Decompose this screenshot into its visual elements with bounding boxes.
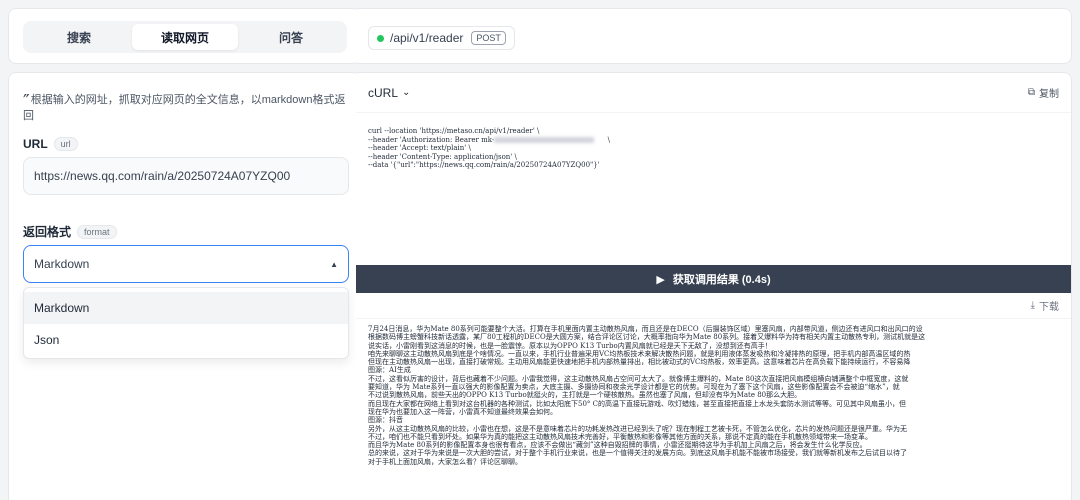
result-line: 说实话，小雷刚看到这消息的时候，也是一脸震惊。原本以为OPPO K13 Turb… <box>368 341 772 350</box>
result-line: 不过，这看似厉害的设计，背后也藏着不少问题。小雷我觉得，这主动散热风扇占空间可太… <box>368 374 909 383</box>
result-line: 但现在主动散热风扇一出现，直接打破常规。主动用风扇能更快速地把手机内部热量排出，… <box>368 358 911 367</box>
code-line: --header 'Content-Type: application/json… <box>368 152 517 161</box>
curl-header: cURL ⌄ ⧉ 复制 <box>356 73 1071 113</box>
format-option-markdown[interactable]: Markdown <box>24 292 348 324</box>
tab-search[interactable]: 搜索 <box>26 24 132 50</box>
result-line: 7月24日消息，华为Mate 80系列可能要整个大活。打算在手机里面内置主动散热… <box>368 325 923 333</box>
format-select-value: Markdown <box>34 257 90 271</box>
format-dropdown-menu: Markdown Json <box>23 287 349 359</box>
copy-icon: ⧉ <box>1027 87 1035 98</box>
url-label: URL url <box>23 137 78 151</box>
endpoint-description: ″根据输入的网址，抓取对应网页的全文信息，以markdown格式返回 <box>23 91 346 123</box>
result-line: 总的来说，这对于华为来说是一次大胆的尝试，对于整个手机行业来说，也是一个值得关注… <box>368 449 907 458</box>
code-line: --data '{"url":"https://news.qq.com/rain… <box>368 161 600 169</box>
result-line: 根据数码博主螃蟹科技新话透露，某厂80工程机的DECO是大圆方案，结合评论区讨论… <box>368 333 926 342</box>
result-line: 另外，从这主动散热风扇的比较，小雷也在想，这是不是意味着芯片的功耗发热改进已经到… <box>368 424 907 433</box>
endpoint-card: /api/v1/reader POST <box>356 8 1072 64</box>
result-line: 要知道，华为 Mate系列一直以强大的影像配置为卖点，大底主摄、多摄协同和夜余光… <box>368 383 900 392</box>
tab-read-webpage[interactable]: 读取网页 <box>132 24 238 50</box>
caret-up-icon: ▲ <box>330 259 338 269</box>
format-param-tag: format <box>77 224 117 239</box>
code-line: curl --location 'https://metaso.cn/api/v… <box>368 127 540 135</box>
url-param-tag: url <box>53 137 78 151</box>
result-line: 咱先来聊聊这主动散热风扇到底是个啥情况。一直以来，手机行业普遍采用VC均热板技术… <box>368 349 911 358</box>
curl-language-select[interactable]: cURL ⌄ <box>368 86 410 100</box>
redacted-token <box>494 136 595 143</box>
mode-tabs: 搜索 读取网页 问答 <box>23 21 347 53</box>
url-input-value: https://news.qq.com/rain/a/20250724A07YZ… <box>34 169 291 183</box>
status-dot-icon <box>377 34 384 42</box>
endpoint-path: /api/v1/reader <box>390 31 464 45</box>
format-label: 返回格式 format <box>23 223 117 240</box>
result-line: 不过说到散热风扇，前些天出的OPPO K13 Turbo就挺火的，主打就是一个硬… <box>368 391 802 400</box>
chevron-down-icon: ⌄ <box>402 87 411 98</box>
response-panel: cURL ⌄ ⧉ 复制 curl --location 'https://met… <box>356 72 1072 500</box>
url-input[interactable]: https://news.qq.com/rain/a/20250724A07YZ… <box>23 157 349 195</box>
result-line: 图源：抖音 <box>368 416 403 425</box>
result-line: 现在华为也要加入这一阵营，小雷真不知道最终效果会如何。 <box>368 407 557 416</box>
play-icon: ▶ <box>656 273 665 286</box>
code-line-auth: --header 'Authorization: Bearer mk- \ <box>368 135 610 144</box>
curl-code-block: curl --location 'https://metaso.cn/api/v… <box>368 127 1058 170</box>
result-line: 而且华为Mate 80系列的影像配置本身也很有看点，应该不会做出“藏剑”这种自毁… <box>368 441 867 450</box>
quote-icon: ″ <box>23 91 30 112</box>
result-line: 而且现在大家都在网络上看到对这台机器的各种测试，比如太阳底下50° C的高温下直… <box>368 399 906 408</box>
download-bar: ⤓ 下载 <box>356 293 1071 319</box>
endpoint-badge: /api/v1/reader POST <box>368 26 515 50</box>
format-option-json[interactable]: Json <box>24 324 348 356</box>
request-form: ″根据输入的网址，抓取对应网页的全文信息，以markdown格式返回 URL u… <box>8 72 360 500</box>
http-method-badge: POST <box>471 31 506 45</box>
result-content: 7月24日消息，华为Mate 80系列可能要整个大活。打算在手机里面内置主动散热… <box>368 325 1064 500</box>
result-line: 对于手机上面加风扇，大家怎么看？评论区聊聊。 <box>368 457 522 466</box>
download-button[interactable]: ⤓ 下载 <box>1031 298 1059 313</box>
tab-qa[interactable]: 问答 <box>238 24 344 50</box>
result-line: 不过，咱们也不能只看到坏处。如果华为真的能把这主动散热风扇技术完善好，平衡散热和… <box>368 432 872 441</box>
result-line: 图源：AI生成 <box>368 366 411 375</box>
copy-button[interactable]: ⧉ 复制 <box>1028 85 1059 100</box>
download-icon: ⤓ <box>1030 300 1035 311</box>
format-select[interactable]: Markdown ▲ <box>23 245 349 283</box>
mode-tabs-card: 搜索 读取网页 问答 <box>8 8 360 64</box>
run-request-button[interactable]: ▶ 获取调用结果 (0.4s) <box>356 265 1071 293</box>
code-line: --header 'Accept: text/plain' \ <box>368 144 471 152</box>
